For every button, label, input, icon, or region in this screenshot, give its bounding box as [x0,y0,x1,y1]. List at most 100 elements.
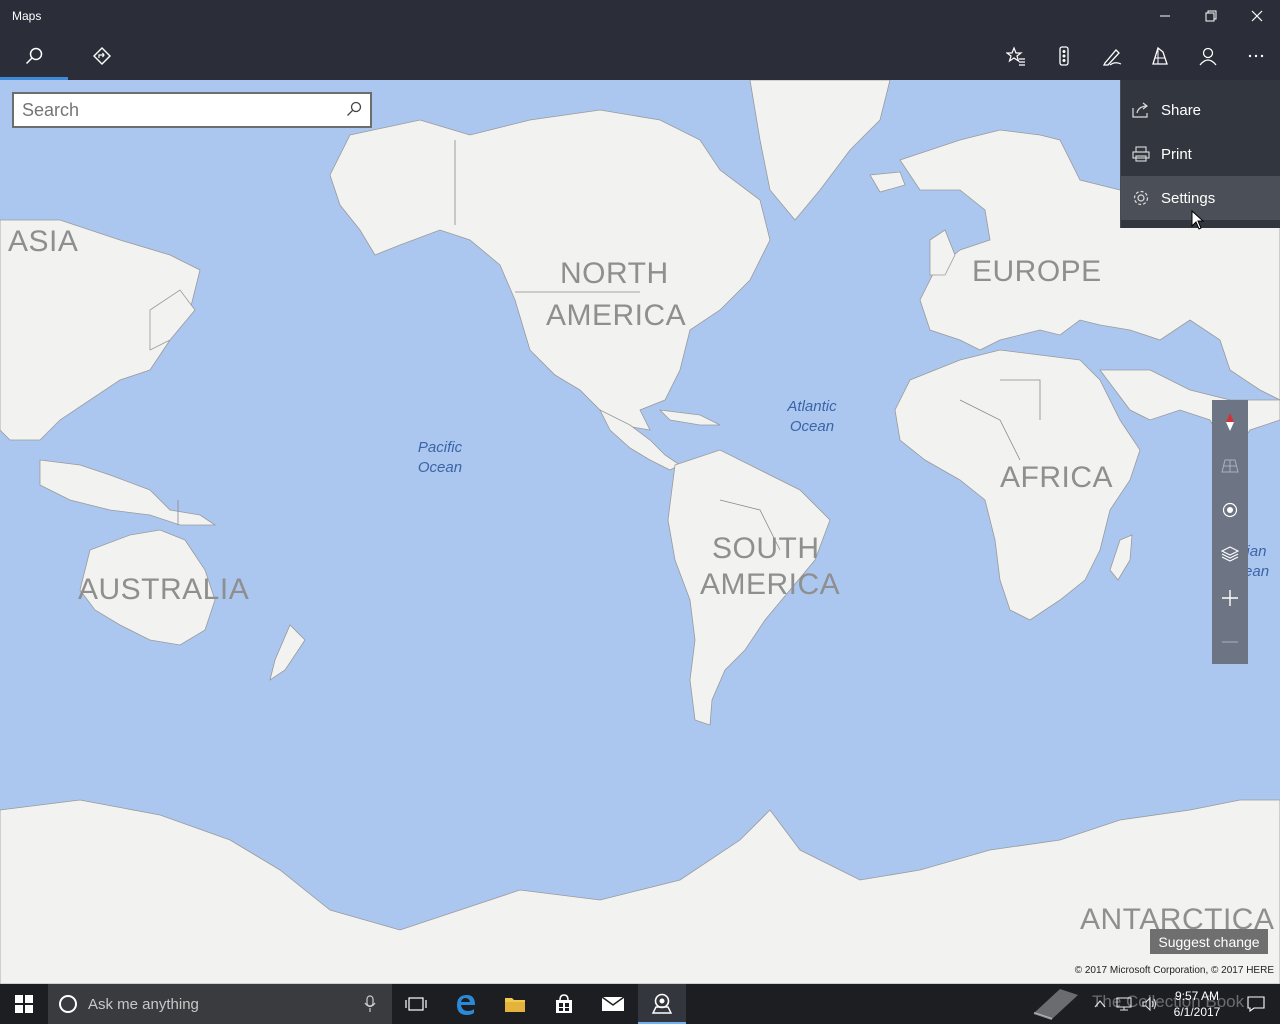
suggest-change-button[interactable]: Suggest change [1150,929,1268,954]
menu-item-share[interactable]: Share [1121,88,1280,132]
menu-item-label: Print [1161,145,1192,163]
land-new-zealand [269,624,306,681]
compass-icon [1226,413,1234,431]
folder-icon [505,998,525,1012]
edge-icon [457,995,475,1015]
zoom-in-icon [1222,590,1238,606]
maps-icon [651,993,673,1014]
land-north-america [329,109,771,431]
search-input[interactable] [22,97,340,123]
map-label-pacific-1: Pacific [417,439,463,456]
active-tab-indicator [0,77,68,80]
print-icon [1121,146,1161,162]
minimize-button[interactable] [1142,0,1188,32]
land-indonesia [39,459,217,526]
zoom-in-button[interactable] [1212,576,1248,620]
restore-button[interactable] [1188,0,1234,32]
map-label-south-america-2: AMERICA [700,568,841,601]
restore-icon [1205,10,1217,22]
screen: ASIA NORTH AMERICA EUROPE AFRICA SOUTH A… [0,0,1280,1024]
close-button[interactable] [1234,0,1280,32]
land-antarctica [0,799,1280,984]
taskbar: Ask me anything 9:57 AM 6/1/2017 [0,984,1280,1024]
more-menu: Share Print Settings [1120,80,1280,228]
taskbar-edge[interactable] [442,984,490,1024]
more-button[interactable] [1232,32,1280,80]
menu-item-label: Share [1161,101,1202,119]
mail-icon [601,996,625,1011]
directions-icon [93,47,111,65]
land-madagascar [1109,534,1133,581]
map-label-north-america-1: NORTH [560,257,669,290]
map-canvas[interactable]: ASIA NORTH AMERICA EUROPE AFRICA SOUTH A… [0,80,1280,984]
window-title: Maps [12,9,42,23]
app-bar [0,32,1280,80]
task-view-button[interactable] [392,984,440,1024]
search-icon [347,101,362,116]
watermark-text: The Collection Book [1092,992,1245,1011]
gear-icon [1121,189,1161,207]
zoom-out-button[interactable] [1212,620,1248,664]
map-label-australia: AUSTRALIA [78,573,250,606]
tilt-icon [1221,459,1239,473]
traffic-button[interactable] [1040,32,1088,80]
microphone-icon[interactable] [364,995,376,1013]
layers-icon [1221,546,1239,562]
search-tab[interactable] [0,32,68,80]
map-label-africa: AFRICA [1000,461,1114,494]
3d-cities-icon [1152,46,1168,65]
3d-cities-button[interactable] [1136,32,1184,80]
search-box [12,92,372,128]
locate-button[interactable] [1212,488,1248,532]
map-controls [1212,400,1248,664]
search-icon [25,47,43,65]
zoom-out-icon [1222,641,1238,643]
account-button[interactable] [1184,32,1232,80]
map-label-atlantic-1: Atlantic [787,398,837,415]
copyright-text: © 2017 Microsoft Corporation, © 2017 HER… [1074,965,1274,976]
taskbar-store[interactable] [540,984,588,1024]
taskbar-maps[interactable] [638,984,686,1024]
map-label-pacific-2: Ocean [417,459,463,476]
store-icon [556,994,572,1013]
share-icon [1121,102,1161,118]
more-icon [1248,54,1264,58]
compass-button[interactable] [1212,400,1248,444]
taskbar-mail[interactable] [589,984,637,1024]
favorites-button[interactable] [992,32,1040,80]
map-label-north-america-2: AMERICA [546,299,687,332]
map-label-south-america-1: SOUTH [712,532,820,565]
land-greenland [749,80,891,221]
map-label-atlantic-2: Ocean [789,418,835,435]
tilt-button[interactable] [1212,444,1248,488]
mouse-cursor-icon [1191,210,1205,230]
land-caribbean [658,409,721,426]
cortana-placeholder: Ask me anything [88,995,199,1013]
windows-logo-icon [15,995,33,1013]
watermark-book-icon [1033,989,1078,1020]
directions-tab[interactable] [68,32,136,80]
minimize-icon [1160,15,1170,17]
close-icon [1251,10,1263,22]
map-label-europe: EUROPE [972,255,1102,288]
cortana-search-box[interactable]: Ask me anything [48,984,392,1024]
task-view-icon [405,997,427,1011]
start-button[interactable] [0,984,48,1024]
cortana-icon [59,995,77,1013]
search-submit-button[interactable] [346,101,362,122]
locate-icon [1222,502,1238,518]
ink-icon [1102,49,1122,66]
notifications-icon [1247,996,1265,1012]
menu-item-label: Settings [1161,189,1216,207]
favorites-icon [1006,46,1025,66]
layers-button[interactable] [1212,532,1248,576]
map-land-svg [0,80,1280,984]
title-bar: Maps [0,0,1280,32]
land-iceland [869,171,906,193]
map-label-asia: ASIA [8,225,79,258]
account-icon [1199,47,1217,66]
ink-button[interactable] [1088,32,1136,80]
traffic-icon [1059,46,1069,66]
menu-item-print[interactable]: Print [1121,132,1280,176]
taskbar-file-explorer[interactable] [491,984,539,1024]
